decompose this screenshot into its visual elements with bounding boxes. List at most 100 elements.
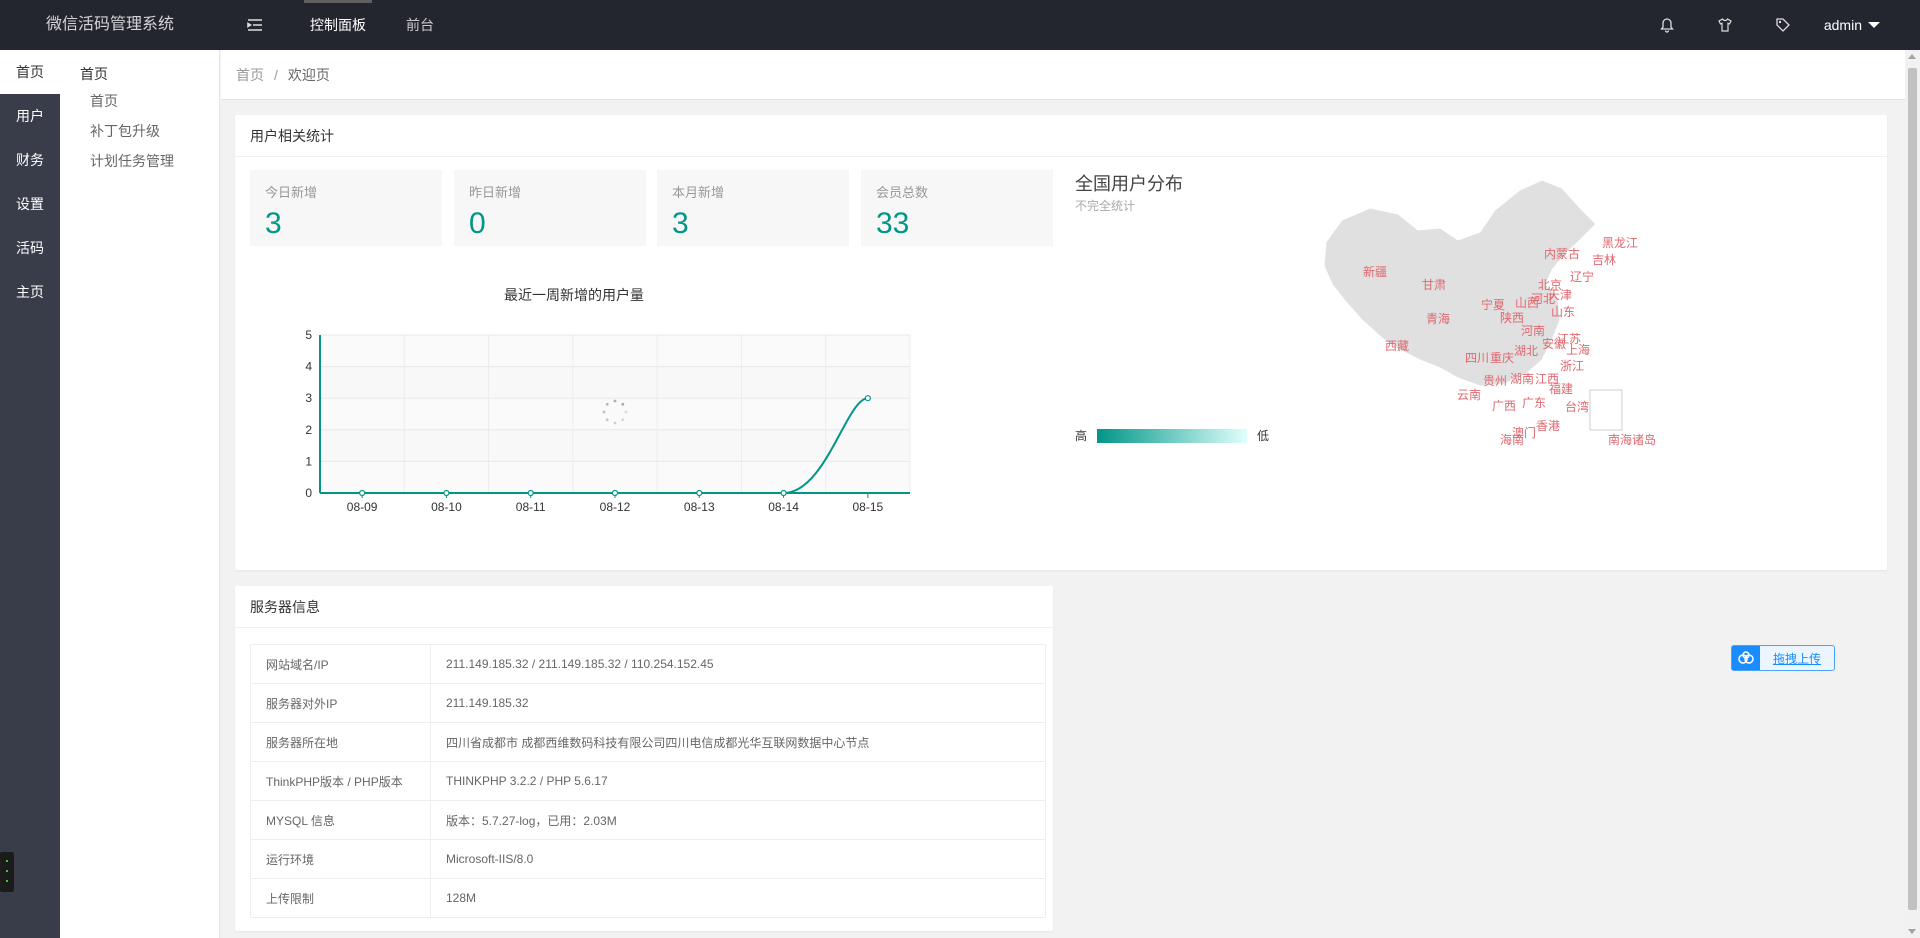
page-scrollbar[interactable] — [1905, 50, 1920, 938]
tag-icon[interactable] — [1754, 0, 1812, 50]
y-tick-label: 0 — [305, 486, 312, 500]
stat-today: 今日新增 3 — [250, 170, 442, 246]
top-nav-frontend[interactable]: 前台 — [386, 0, 454, 50]
loading-spinner-dot — [605, 418, 609, 422]
sub-sidebar-item-home[interactable]: 首页 — [60, 86, 219, 116]
stat-label: 本月新增 — [672, 185, 725, 200]
row-key: 上传限制 — [250, 878, 431, 918]
map-region-label[interactable]: 广东 — [1522, 394, 1546, 411]
menu-toggle-icon[interactable] — [245, 15, 265, 35]
stat-label: 昨日新增 — [469, 185, 522, 200]
shirt-icon[interactable] — [1696, 0, 1754, 50]
map-region-label[interactable]: 黑龙江 — [1602, 234, 1638, 251]
row-key: 服务器对外IP — [250, 683, 431, 723]
y-tick-label: 4 — [305, 360, 312, 374]
loading-spinner-dot — [621, 418, 625, 422]
stat-yesterday: 昨日新增 0 — [454, 170, 646, 246]
header-right: admin — [1638, 0, 1880, 50]
data-point — [611, 489, 619, 497]
map-region-label[interactable]: 甘肃 — [1422, 276, 1446, 293]
username: admin — [1823, 17, 1862, 33]
map-region-label[interactable]: 南海诸岛 — [1608, 431, 1656, 448]
app-title[interactable]: 微信活码管理系统 — [0, 0, 220, 50]
cloud-icon — [1732, 646, 1760, 670]
map-region-label[interactable]: 香港 — [1536, 417, 1560, 434]
stat-total: 会员总数 33 — [861, 170, 1053, 246]
user-menu[interactable]: admin — [1824, 17, 1880, 33]
x-tick-label: 08-15 — [853, 500, 884, 514]
map-region-label[interactable]: 西藏 — [1385, 337, 1409, 354]
row-value: 四川省成都市 成都西维数码科技有限公司四川电信成都光华互联网数据中心节点 — [430, 722, 1046, 762]
legend-gradient[interactable] — [1097, 429, 1247, 443]
map-region-label[interactable]: 辽宁 — [1570, 268, 1594, 285]
x-tick-label: 08-10 — [431, 500, 462, 514]
map-region-label[interactable]: 台湾 — [1565, 398, 1589, 415]
breadcrumb-home[interactable]: 首页 — [236, 67, 264, 83]
stat-value: 0 — [469, 207, 486, 240]
map-region-label[interactable]: 湖南 — [1510, 370, 1534, 387]
sidebar-item-finance[interactable]: 财务 — [0, 138, 60, 182]
map-region-label[interactable]: 青海 — [1426, 310, 1450, 327]
stat-label: 会员总数 — [876, 185, 929, 200]
map-region-label[interactable]: 湖北 — [1514, 342, 1538, 359]
map-region-label[interactable]: 安徽 — [1542, 335, 1566, 352]
map-region-label[interactable]: 山东 — [1551, 303, 1575, 320]
top-nav: 控制面板 前台 — [290, 0, 454, 50]
map-region-label[interactable]: 四川 — [1465, 349, 1489, 366]
y-tick-label: 5 — [305, 330, 312, 342]
row-key: 服务器所在地 — [250, 722, 431, 762]
map-region-label[interactable]: 内蒙古 — [1544, 245, 1580, 262]
sidebar-item-livecode[interactable]: 活码 — [0, 226, 60, 270]
map-region-label[interactable]: 贵州 — [1483, 372, 1507, 389]
bell-icon[interactable] — [1638, 0, 1696, 50]
grid-band — [320, 429, 910, 462]
data-point — [527, 489, 534, 497]
map-region-label[interactable]: 广西 — [1492, 397, 1516, 414]
sub-sidebar-item-patch[interactable]: 补丁包升级 — [60, 116, 219, 146]
grid-band — [320, 335, 910, 367]
data-point — [696, 489, 703, 497]
upload-widget[interactable]: 拖拽上传 — [1731, 645, 1835, 671]
x-tick-label: 08-09 — [347, 500, 378, 514]
map-region-label[interactable]: 新疆 — [1363, 263, 1387, 280]
table-row: ThinkPHP版本 / PHP版本 THINKPHP 3.2.2 / PHP 5… — [250, 761, 1046, 801]
map-region-label[interactable]: 云南 — [1457, 386, 1481, 403]
server-info-title: 服务器信息 — [235, 586, 1053, 628]
map-region-label[interactable]: 重庆 — [1490, 349, 1514, 366]
grid-band — [320, 366, 910, 399]
sidebar-item-settings[interactable]: 设置 — [0, 182, 60, 226]
top-nav-dashboard[interactable]: 控制面板 — [290, 0, 386, 50]
upload-label: 拖拽上传 — [1772, 651, 1821, 666]
weekly-users-chart: 0 1 2 3 4 5 08-09 08-10 08-11 08-12 08-13 08-14 08-1… — [305, 330, 911, 514]
map-region-label[interactable]: 海南 — [1500, 431, 1524, 448]
mini-widget[interactable] — [0, 852, 14, 892]
map-region-label[interactable]: 上海 — [1566, 341, 1590, 358]
scroll-up-icon[interactable] — [1908, 54, 1916, 59]
stat-month: 本月新增 3 — [657, 170, 849, 246]
row-key: 运行环境 — [250, 839, 431, 879]
breadcrumb: 首页 / 欢迎页 — [221, 50, 1905, 100]
server-info-card: 服务器信息 网站域名/IP 211.149.185.32 / 211.149.18… — [235, 586, 1053, 931]
sub-sidebar-item-cron[interactable]: 计划任务管理 — [60, 146, 219, 176]
scroll-thumb[interactable] — [1908, 68, 1917, 910]
map-region-label[interactable]: 浙江 — [1560, 357, 1584, 374]
stat-value: 3 — [672, 207, 689, 240]
sidebar-item-home[interactable]: 首页 — [0, 50, 60, 94]
map-region-label[interactable]: 福建 — [1549, 380, 1573, 397]
main-sidebar: 首页 用户 财务 设置 活码 主页 — [0, 50, 60, 938]
stat-label: 今日新增 — [265, 185, 318, 200]
row-value: 版本：5.7.27-log，已用：2.03M — [430, 800, 1046, 840]
stat-value: 33 — [876, 207, 910, 240]
x-tick-label: 08-11 — [516, 500, 546, 514]
map-region-label[interactable]: 吉林 — [1592, 251, 1616, 268]
row-value: 211.149.185.32 / 211.149.185.32 / 110.25… — [430, 644, 1046, 684]
data-point — [359, 489, 366, 497]
sidebar-item-users[interactable]: 用户 — [0, 94, 60, 138]
user-stats-title: 用户相关统计 — [235, 115, 1887, 157]
scroll-down-icon[interactable] — [1908, 929, 1916, 934]
sidebar-item-homepage[interactable]: 主页 — [0, 270, 60, 314]
chevron-down-icon — [1868, 22, 1880, 28]
legend-high-label: 高 — [1075, 429, 1088, 443]
row-key: 网站域名/IP — [250, 644, 431, 684]
table-row: 上传限制 128M — [250, 878, 1046, 918]
